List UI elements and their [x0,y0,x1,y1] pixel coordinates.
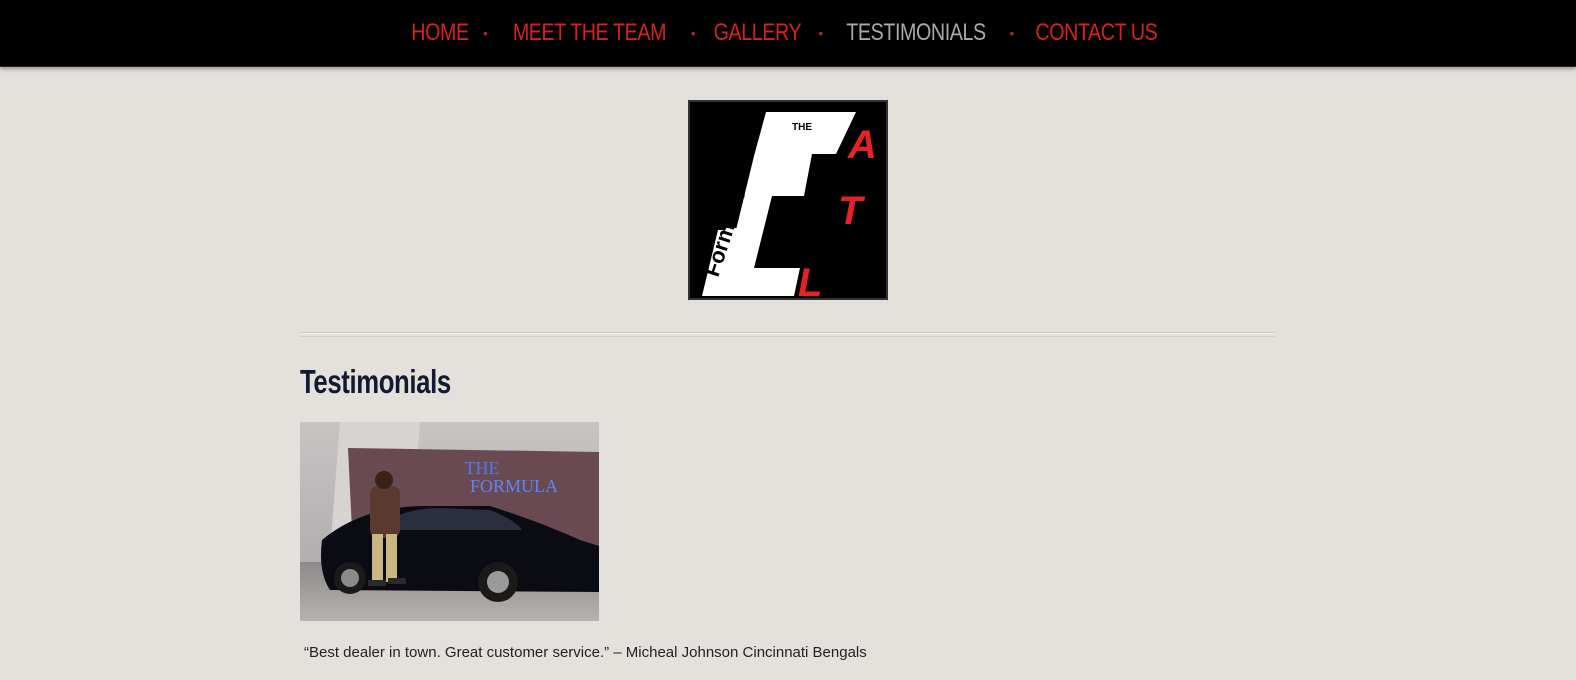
nav-separator: • [1009,25,1015,41]
logo-letter-t: T [838,189,866,233]
svg-text:FORMULA: FORMULA [470,476,558,496]
nav-link-meet-the-team[interactable]: MEET THE TEAM [513,19,667,47]
testimonial-quote: “Best dealer in town. Great customer ser… [304,644,867,661]
logo-letter-l: L [798,261,822,300]
section-divider [300,332,1275,334]
testimonial-photo: THE FORMULA [300,422,599,621]
page-title: Testimonials [300,363,451,400]
nav-separator: • [482,25,488,41]
section-divider-line [300,336,1275,337]
nav-link-gallery[interactable]: GALLERY [713,19,801,47]
formula-atl-logo-image: THE Formula A T L [688,100,888,305]
nav-link-testimonials[interactable]: TESTIMONIALS [847,19,987,47]
main-nav: HOME • MEET THE TEAM • GALLERY • TESTIMO… [0,0,1576,67]
svg-text:THE: THE [465,458,500,478]
nav-separator: • [690,25,696,41]
nav-link-contact-us[interactable]: CONTACT US [1036,19,1158,47]
logo-letter-a: A [847,123,877,167]
nav-link-home[interactable]: HOME [411,19,469,47]
nav-separator: • [818,25,824,41]
site-logo[interactable]: THE Formula A T L [688,100,888,305]
svg-text:THE: THE [792,122,812,133]
